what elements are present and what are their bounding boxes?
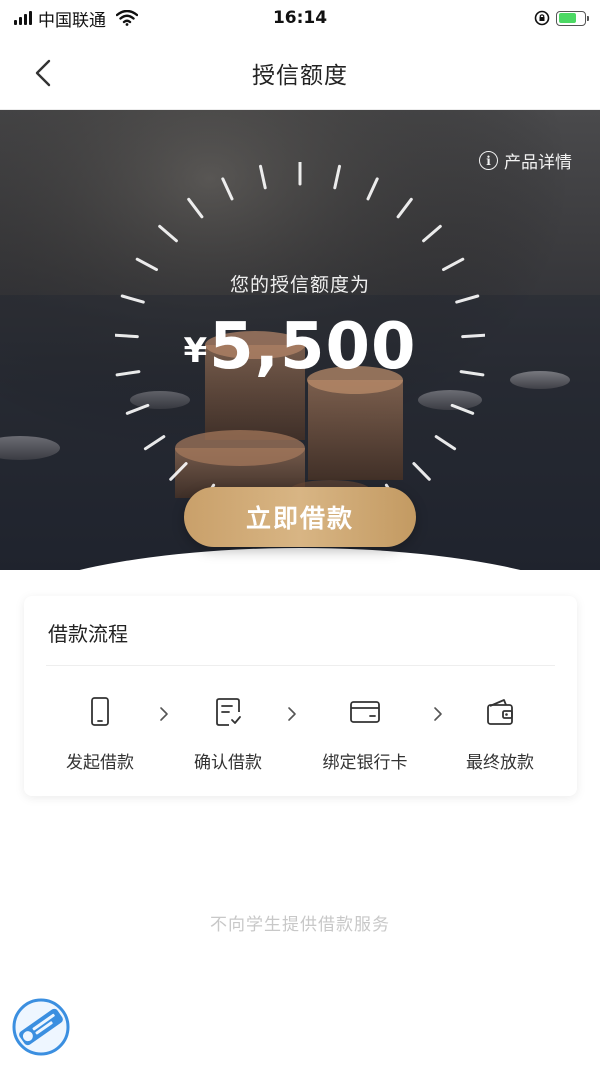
dial-tick [422, 224, 442, 243]
currency-symbol: ¥ [183, 331, 208, 371]
status-bar: 中国联通 16:14 [0, 0, 600, 36]
product-detail-label: 产品详情 [504, 153, 572, 173]
back-button[interactable] [28, 58, 58, 88]
credit-amount: ¥5,500 [0, 310, 600, 384]
dial-tick [442, 257, 465, 272]
dial-tick [125, 403, 150, 415]
dial-tick [158, 224, 178, 243]
chevron-right-icon [288, 707, 296, 721]
step-initiate-loan: 发起借款 [35, 696, 165, 773]
credit-hero: i 产品详情 您的授信额度为 ¥5,500 立即借款 [0, 110, 600, 570]
chevron-left-icon [35, 59, 51, 87]
status-left: 中国联通 [14, 6, 214, 31]
dial-tick [169, 462, 188, 481]
step-confirm-loan: 确认借款 [163, 696, 293, 773]
phone-icon [91, 697, 109, 726]
loan-process-card: 借款流程 发起借款 确认借款 绑定银行卡 最终放款 [24, 596, 577, 796]
wallet-icon [487, 699, 513, 725]
status-right [386, 10, 589, 26]
page-title: 授信额度 [252, 62, 348, 89]
wifi-icon [116, 10, 138, 26]
step-final-disbursement: 最终放款 [435, 696, 565, 773]
dial-tick [135, 257, 158, 272]
borrow-now-button[interactable]: 立即借款 [184, 487, 416, 547]
credit-amount-value: 5,500 [209, 310, 417, 384]
signal-icon [14, 11, 32, 25]
footer-note: 不向学生提供借款服务 [210, 915, 390, 935]
dial-tick [412, 462, 431, 481]
dial-tick [333, 164, 341, 190]
dial-tick [187, 197, 204, 219]
dial-tick [221, 177, 234, 201]
process-title: 借款流程 [48, 622, 128, 646]
credit-label: 您的授信额度为 [229, 274, 370, 296]
battery-icon [556, 10, 589, 26]
step-label: 发起借款 [66, 753, 134, 773]
product-detail-link[interactable]: i 产品详情 [479, 148, 572, 173]
step-label: 最终放款 [466, 753, 534, 773]
bank-card-icon [350, 701, 380, 723]
nav-bar: 授信额度 [0, 36, 600, 110]
status-time: 16:14 [272, 8, 328, 28]
confirm-document-icon [216, 698, 241, 726]
dial-tick [143, 435, 166, 451]
divider [46, 665, 555, 666]
dial-tick [366, 177, 379, 201]
dial-tick [259, 164, 267, 190]
dial-tick [450, 403, 475, 415]
dial-tick [434, 435, 457, 451]
orientation-lock-icon [534, 10, 550, 26]
step-label: 确认借款 [194, 753, 262, 773]
step-bind-bank-card: 绑定银行卡 [300, 696, 430, 773]
carrier-label: 中国联通 [38, 10, 106, 31]
stamp-logo-icon [12, 998, 70, 1056]
credit-limit-screen: 中国联通 16:14 授信额度 i 产品详情 您的授信额度为 ¥5,500 立即… [0, 0, 600, 1066]
dial-tick [396, 197, 413, 219]
process-steps: 发起借款 确认借款 绑定银行卡 最终放款 [24, 696, 577, 786]
step-label: 绑定银行卡 [322, 753, 408, 773]
